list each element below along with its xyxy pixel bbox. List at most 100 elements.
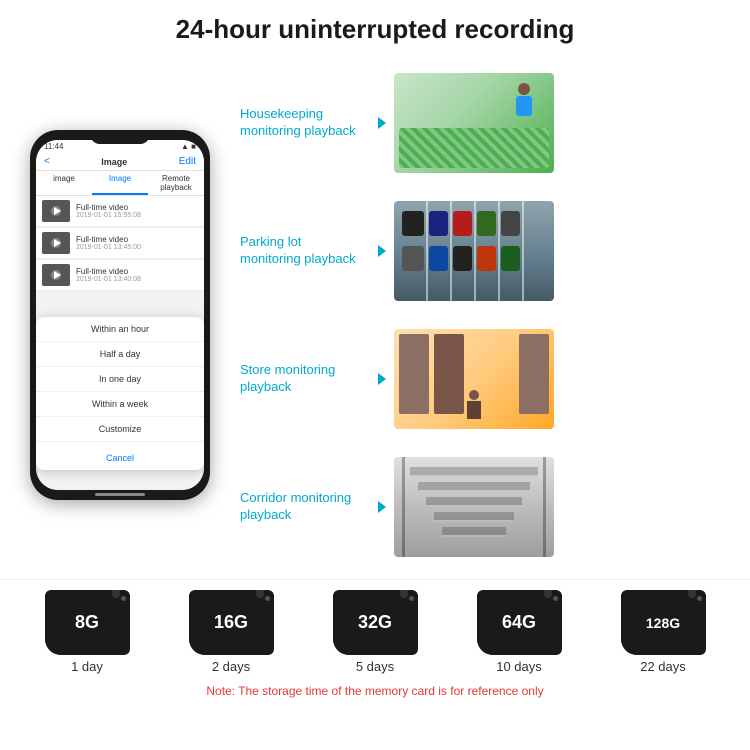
- arrow-right-icon: [378, 245, 386, 257]
- dropdown-item-week[interactable]: Within a week: [36, 392, 204, 417]
- time-display: 11:44: [44, 142, 63, 151]
- play-icon: [54, 239, 61, 247]
- tab-image-2[interactable]: Image: [92, 171, 148, 195]
- tab-image-1[interactable]: image: [36, 171, 92, 195]
- car: [402, 211, 424, 236]
- monitor-row-housekeeping: Housekeepingmonitoring playback: [240, 73, 740, 173]
- sdcard-section: 8G 1 day 16G 2 days 32G 5 days: [0, 579, 750, 702]
- phone-notch: [90, 130, 150, 144]
- sdcard-size-32g: 32G: [358, 612, 392, 633]
- parking-lines: [394, 201, 554, 301]
- car: [429, 246, 448, 271]
- parking-line: [474, 201, 476, 301]
- item-date: 2019-01-01 13:45:00: [76, 244, 198, 251]
- sdcard-dot: [553, 596, 558, 601]
- shelf: [434, 334, 464, 414]
- dropdown-item-half-day[interactable]: Half a day: [36, 342, 204, 367]
- play-icon: [54, 207, 61, 215]
- parking-line: [426, 201, 428, 301]
- stair: [426, 497, 522, 507]
- phone-screen: 11:44 ▲ ■ < Image Edit image Image Remot…: [36, 140, 204, 490]
- item-title: Full-time video: [76, 235, 198, 244]
- carpet-decoration: [399, 128, 549, 168]
- stair: [434, 512, 514, 522]
- sdcard-size-16g: 16G: [214, 612, 248, 633]
- sdcard-64g: 64G: [477, 590, 562, 655]
- sdcard-notch: [544, 590, 552, 598]
- sdcard-row: 8G 1 day 16G 2 days 32G 5 days: [15, 590, 735, 674]
- sdcard-notch: [256, 590, 264, 598]
- monitor-label-housekeeping: Housekeepingmonitoring playback: [240, 106, 370, 140]
- arrow-right-icon: [378, 501, 386, 513]
- sdcard-dot: [121, 596, 126, 601]
- parking-image: [394, 201, 554, 301]
- sdcard-days-128g: 22 days: [640, 659, 686, 674]
- parking-line: [450, 201, 452, 301]
- tab-remote[interactable]: Remote playback: [148, 171, 204, 195]
- thumbnail: [42, 264, 70, 286]
- person-body: [516, 96, 532, 116]
- thumbnail: [42, 232, 70, 254]
- shelf: [519, 334, 549, 414]
- monitor-img-parking: [394, 201, 554, 301]
- sdcard-size-64g: 64G: [502, 612, 536, 633]
- sdcard-days-16g: 2 days: [212, 659, 250, 674]
- car: [501, 246, 520, 271]
- corridor-image: [394, 457, 554, 557]
- back-button[interactable]: <: [44, 156, 50, 167]
- play-circle: [51, 238, 61, 248]
- dropdown-item-customize[interactable]: Customize: [36, 417, 204, 442]
- item-title: Full-time video: [76, 203, 198, 212]
- cancel-button[interactable]: Cancel: [36, 446, 204, 470]
- railing: [543, 457, 546, 557]
- sdcard-128g: 128G: [621, 590, 706, 655]
- main-content: 11:44 ▲ ■ < Image Edit image Image Remot…: [0, 55, 750, 575]
- car: [453, 246, 472, 271]
- sdcard-dot: [409, 596, 414, 601]
- parking-line: [522, 201, 524, 301]
- dropdown-item-one-day[interactable]: In one day: [36, 367, 204, 392]
- arrow-right-icon: [378, 117, 386, 129]
- sdcard-notch: [112, 590, 120, 598]
- sdcard-8g: 8G: [45, 590, 130, 655]
- dropdown-item-within-hour[interactable]: Within an hour: [36, 317, 204, 342]
- sdcard-16g: 16G: [189, 590, 274, 655]
- sdcard-notch: [400, 590, 408, 598]
- monitor-label-parking: Parking lotmonitoring playback: [240, 234, 370, 268]
- sdcard-dot: [265, 596, 270, 601]
- phone-tabs: image Image Remote playback: [36, 171, 204, 196]
- storage-note: Note: The storage time of the memory car…: [15, 678, 735, 702]
- monitor-img-corridor: [394, 457, 554, 557]
- monitor-label-store: Store monitoringplayback: [240, 362, 370, 396]
- edit-button[interactable]: Edit: [179, 156, 196, 167]
- monitor-row-parking: Parking lotmonitoring playback: [240, 201, 740, 301]
- monitor-row-corridor: Corridor monitoringplayback: [240, 457, 740, 557]
- stair: [418, 482, 530, 492]
- monitor-row-store: Store monitoringplayback: [240, 329, 740, 429]
- stair: [442, 527, 506, 537]
- monitor-label-corridor: Corridor monitoringplayback: [240, 490, 370, 524]
- status-icons: ▲ ■: [181, 142, 196, 151]
- page-title: 24-hour uninterrupted recording: [0, 0, 750, 55]
- sdcard-item-64g: 64G 10 days: [477, 590, 562, 674]
- car: [477, 211, 496, 236]
- railing: [402, 457, 405, 557]
- home-indicator: [95, 493, 145, 496]
- filter-dropdown[interactable]: Within an hour Half a day In one day Wit…: [36, 317, 204, 470]
- car: [402, 246, 424, 271]
- person-head: [469, 390, 479, 400]
- monitoring-panels: Housekeepingmonitoring playback: [240, 55, 740, 575]
- list-item: Full-time video 2019-01-01 13:40:08: [36, 260, 204, 291]
- play-circle: [51, 206, 61, 216]
- sdcard-days-32g: 5 days: [356, 659, 394, 674]
- car: [429, 211, 448, 236]
- sdcard-32g: 32G: [333, 590, 418, 655]
- shelf: [399, 334, 429, 414]
- sdcard-dot: [697, 596, 702, 601]
- thumbnail: [42, 200, 70, 222]
- housekeeping-image: [394, 73, 554, 173]
- sdcard-item-128g: 128G 22 days: [621, 590, 706, 674]
- item-info: Full-time video 2019-01-01 13:40:08: [76, 267, 198, 283]
- nav-bar: < Image Edit: [36, 153, 204, 171]
- list-item: Full-time video 2019-01-01 15:55:08: [36, 196, 204, 227]
